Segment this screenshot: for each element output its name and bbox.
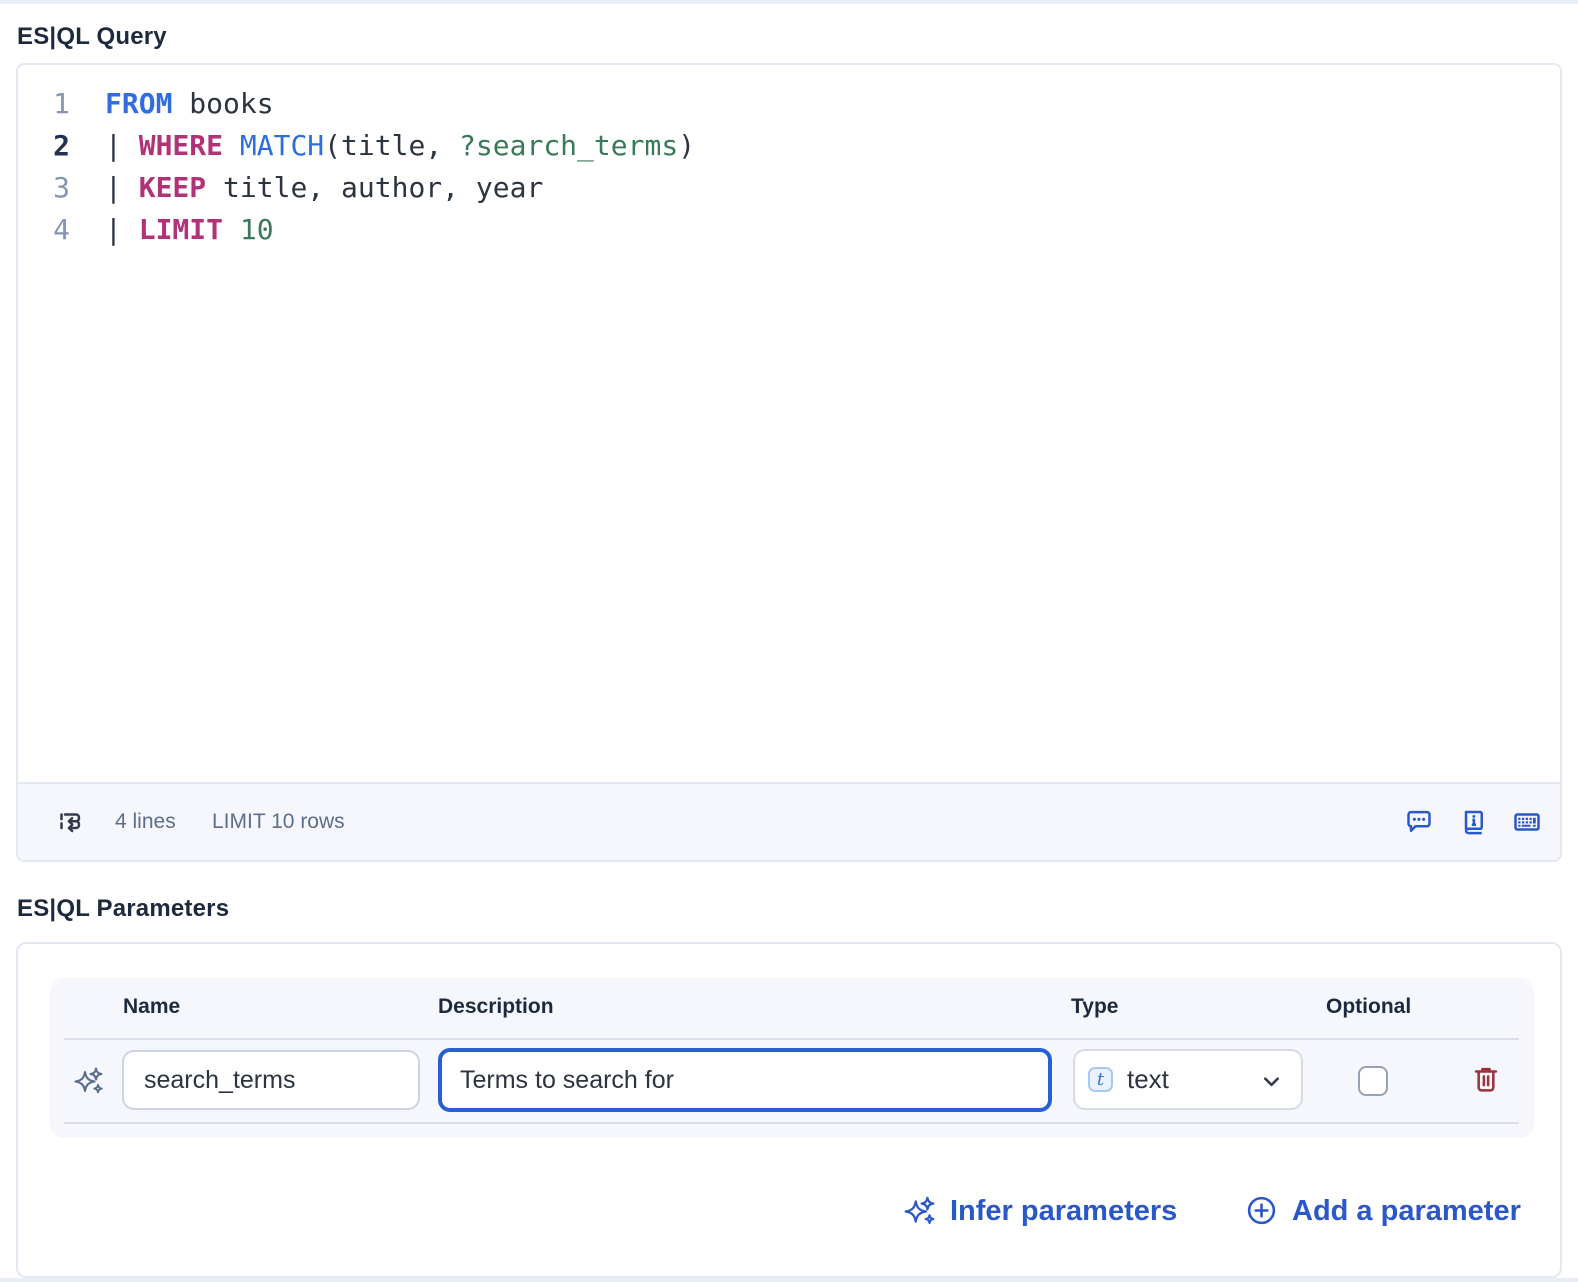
line-number: 3	[18, 167, 70, 209]
code-line-content: | WHERE MATCH(title, ?search_terms)	[70, 125, 695, 167]
editor-footer: 4 lines LIMIT 10 rows	[18, 782, 1560, 860]
parameter-type-select[interactable]: t text	[1073, 1049, 1303, 1110]
header-divider	[64, 1038, 1519, 1040]
ai-sparkles-icon	[73, 1065, 105, 1097]
line-number: 2	[18, 125, 70, 167]
documentation-book-icon[interactable]	[1458, 807, 1488, 837]
code-line: 2| WHERE MATCH(title, ?search_terms)	[18, 125, 1560, 167]
code-line: 4| LIMIT 10	[18, 209, 1560, 251]
parameters-table: Name Description Type Optional t text	[50, 978, 1534, 1138]
code-line: 1FROM books	[18, 83, 1560, 125]
parameter-name-input[interactable]	[122, 1050, 420, 1110]
code-line-content: | LIMIT 10	[70, 209, 274, 251]
top-edge-strip	[0, 0, 1578, 4]
query-section-title: ES|QL Query	[17, 23, 167, 51]
sparkles-icon	[903, 1194, 937, 1228]
infer-parameters-label: Infer parameters	[950, 1195, 1177, 1228]
column-header-type: Type	[1071, 995, 1118, 1019]
keyboard-shortcuts-icon[interactable]	[1512, 807, 1542, 837]
parameter-description-input[interactable]	[438, 1048, 1052, 1112]
add-parameter-label: Add a parameter	[1292, 1195, 1521, 1228]
word-wrap-icon[interactable]	[56, 806, 86, 836]
code-line-content: FROM books	[70, 83, 274, 125]
feedback-comment-icon[interactable]	[1404, 807, 1434, 837]
bottom-edge-strip	[0, 1278, 1578, 1282]
column-header-optional: Optional	[1326, 995, 1411, 1019]
row-divider	[64, 1122, 1519, 1124]
line-number: 4	[18, 209, 70, 251]
optional-checkbox[interactable]	[1358, 1066, 1388, 1096]
column-header-name: Name	[123, 995, 180, 1019]
code-lines[interactable]: 1FROM books2| WHERE MATCH(title, ?search…	[18, 83, 1560, 251]
line-number: 1	[18, 83, 70, 125]
delete-parameter-trash-icon[interactable]	[1470, 1063, 1502, 1095]
parameter-type-value: text	[1127, 1064, 1169, 1095]
code-line-content: | KEEP title, author, year	[70, 167, 543, 209]
column-header-description: Description	[438, 995, 554, 1019]
chevron-down-icon	[1258, 1068, 1285, 1095]
add-parameter-button[interactable]: Add a parameter	[1245, 1194, 1521, 1228]
parameters-panel: Name Description Type Optional t text	[16, 942, 1562, 1278]
plus-circle-icon	[1245, 1194, 1279, 1228]
code-line: 3| KEEP title, author, year	[18, 167, 1560, 209]
esql-query-editor[interactable]: 1FROM books2| WHERE MATCH(title, ?search…	[16, 63, 1562, 862]
infer-parameters-button[interactable]: Infer parameters	[903, 1194, 1177, 1228]
text-type-token-icon: t	[1088, 1067, 1113, 1092]
line-count-status: 4 lines	[115, 784, 176, 860]
parameters-section-title: ES|QL Parameters	[17, 895, 229, 923]
limit-rows-status: LIMIT 10 rows	[212, 784, 345, 860]
